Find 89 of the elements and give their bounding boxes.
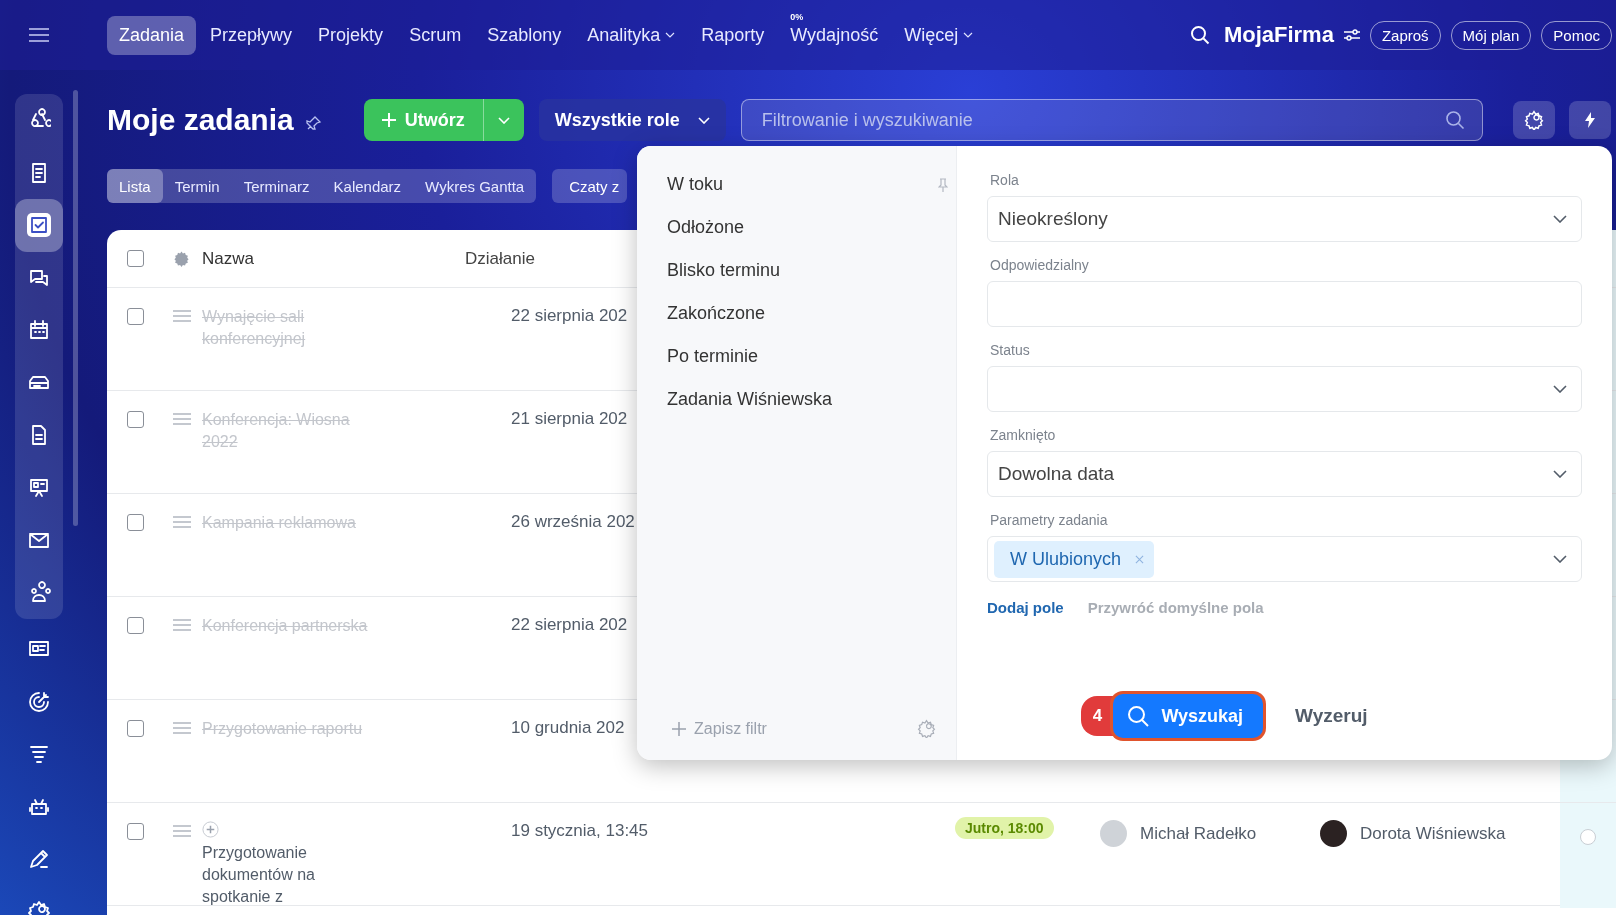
select-field[interactable]: W Ulubionych [987,536,1582,582]
nav-tab[interactable]: Projekty [306,15,396,55]
activity-date: 19 stycznia, 13:45 [510,821,649,841]
top-button[interactable]: Zaproś [1369,20,1441,50]
chevron-down-icon[interactable] [1553,555,1567,563]
top-button[interactable]: Mój plan [1450,20,1532,50]
view-tab[interactable]: Wykres Gantta [413,169,537,203]
menu-icon[interactable] [29,28,49,42]
select-field[interactable]: Nieokreślony [987,196,1582,242]
view-tab[interactable]: Termin [162,169,232,203]
search-icon[interactable] [1189,25,1210,45]
checkbox[interactable] [127,514,144,531]
person-name[interactable]: Dorota Wiśniewska [1360,823,1506,844]
checkbox[interactable] [127,250,144,267]
drag-handle-icon[interactable] [173,619,191,631]
gear-icon[interactable] [173,250,190,267]
input-field[interactable] [987,281,1582,327]
checkbox[interactable] [127,617,144,634]
activity-date: 22 sierpnia 202 [510,615,628,635]
plus-icon [672,721,686,736]
activity-date: 26 września 202 [510,512,635,532]
nav-tab[interactable]: Zadania [107,15,197,55]
lightning-icon [1583,112,1596,128]
activity-date: 22 sierpnia 202 [510,306,628,326]
view-tab[interactable]: Lista [107,169,163,203]
filter-preset[interactable]: Blisko terminu [667,260,948,281]
field-label: Rola [990,172,1020,188]
reset-button[interactable]: Wyzeruj [1295,705,1368,727]
plus-icon [381,113,396,127]
chevron-down-icon[interactable] [1553,385,1567,393]
nav-tab[interactable]: Więcej [892,15,986,55]
gear-icon [1523,110,1544,130]
sidebar-scrollbar[interactable] [73,90,78,526]
step-badge: 4 [1081,696,1114,736]
filter-preset[interactable]: Odłożone [667,217,948,238]
search-icon [1127,705,1150,727]
checkbox[interactable] [127,308,144,325]
checkbox[interactable] [127,411,144,428]
field-label: Zamknięto [990,427,1057,443]
activity-date: 10 grudnia 202 [510,718,625,738]
automation-button[interactable] [1568,101,1611,139]
pin-icon[interactable] [305,115,322,131]
top-button[interactable]: Pomoc [1541,20,1612,50]
chats-button[interactable]: Czaty z [552,169,628,203]
filter-preset[interactable]: W toku [667,174,948,195]
filter-tag[interactable]: W Ulubionych [994,540,1155,578]
select-field[interactable] [987,366,1582,412]
view-tab[interactable]: Terminarz [231,169,322,203]
search-button[interactable]: Wyszukaj [1113,694,1264,738]
role-select[interactable]: Wszystkie role [538,99,726,141]
nav-tab[interactable]: Raporty [689,15,777,55]
field-label: Parametry zadania [990,512,1109,528]
drag-handle-icon[interactable] [173,825,191,837]
nav-tab[interactable]: Szablony [475,15,574,55]
deadline-badge[interactable]: Jutro, 18:00 [955,817,1054,839]
sidebar-item[interactable] [15,199,63,252]
search-field[interactable]: Filtrowanie i wyszukiwanie [740,99,1483,141]
add-field-link[interactable]: Dodaj pole [987,599,1064,616]
task-name[interactable]: Przygotowanie dokumentów na spotkanie z [202,842,382,908]
drag-handle-icon[interactable] [173,722,191,734]
filter-preset[interactable]: Zakończone [667,303,948,324]
nav-tab[interactable]: Scrum [397,15,474,55]
activity-date: 21 sierpnia 202 [510,409,628,429]
checkbox[interactable] [127,720,144,737]
view-tab[interactable]: Kalendarz [321,169,414,203]
chevron-down-icon[interactable] [1553,215,1567,223]
checkbox[interactable] [127,823,144,840]
avatar [1320,820,1347,847]
filter-preset[interactable]: Zadania Wiśniewska [667,389,948,410]
drag-handle-icon[interactable] [173,413,191,425]
checkbox-icon [27,213,51,238]
field-label: Status [990,342,1031,358]
nav-tab[interactable]: Przepływy [198,15,305,55]
page-title: Moje zadania [107,103,294,137]
drag-handle-icon[interactable] [173,516,191,528]
chevron-down-icon[interactable] [1553,470,1567,478]
company-name[interactable]: MojaFirma [1223,22,1334,48]
avatar [1100,820,1127,847]
filter-preset[interactable]: Po terminie [667,346,948,367]
settings-button[interactable] [1512,101,1555,139]
select-field[interactable]: Dowolna data [987,451,1582,497]
sliders-icon[interactable] [1343,29,1360,41]
drag-handle-icon[interactable] [173,310,191,322]
nav-tab[interactable]: Analityka [575,15,688,55]
percent-label: 0% [790,11,804,22]
field-label: Odpowiedzialny [990,257,1090,273]
person-name[interactable]: Michał Radełko [1140,823,1257,844]
plus-circle-icon[interactable] [202,821,219,838]
target-icon [27,689,51,714]
